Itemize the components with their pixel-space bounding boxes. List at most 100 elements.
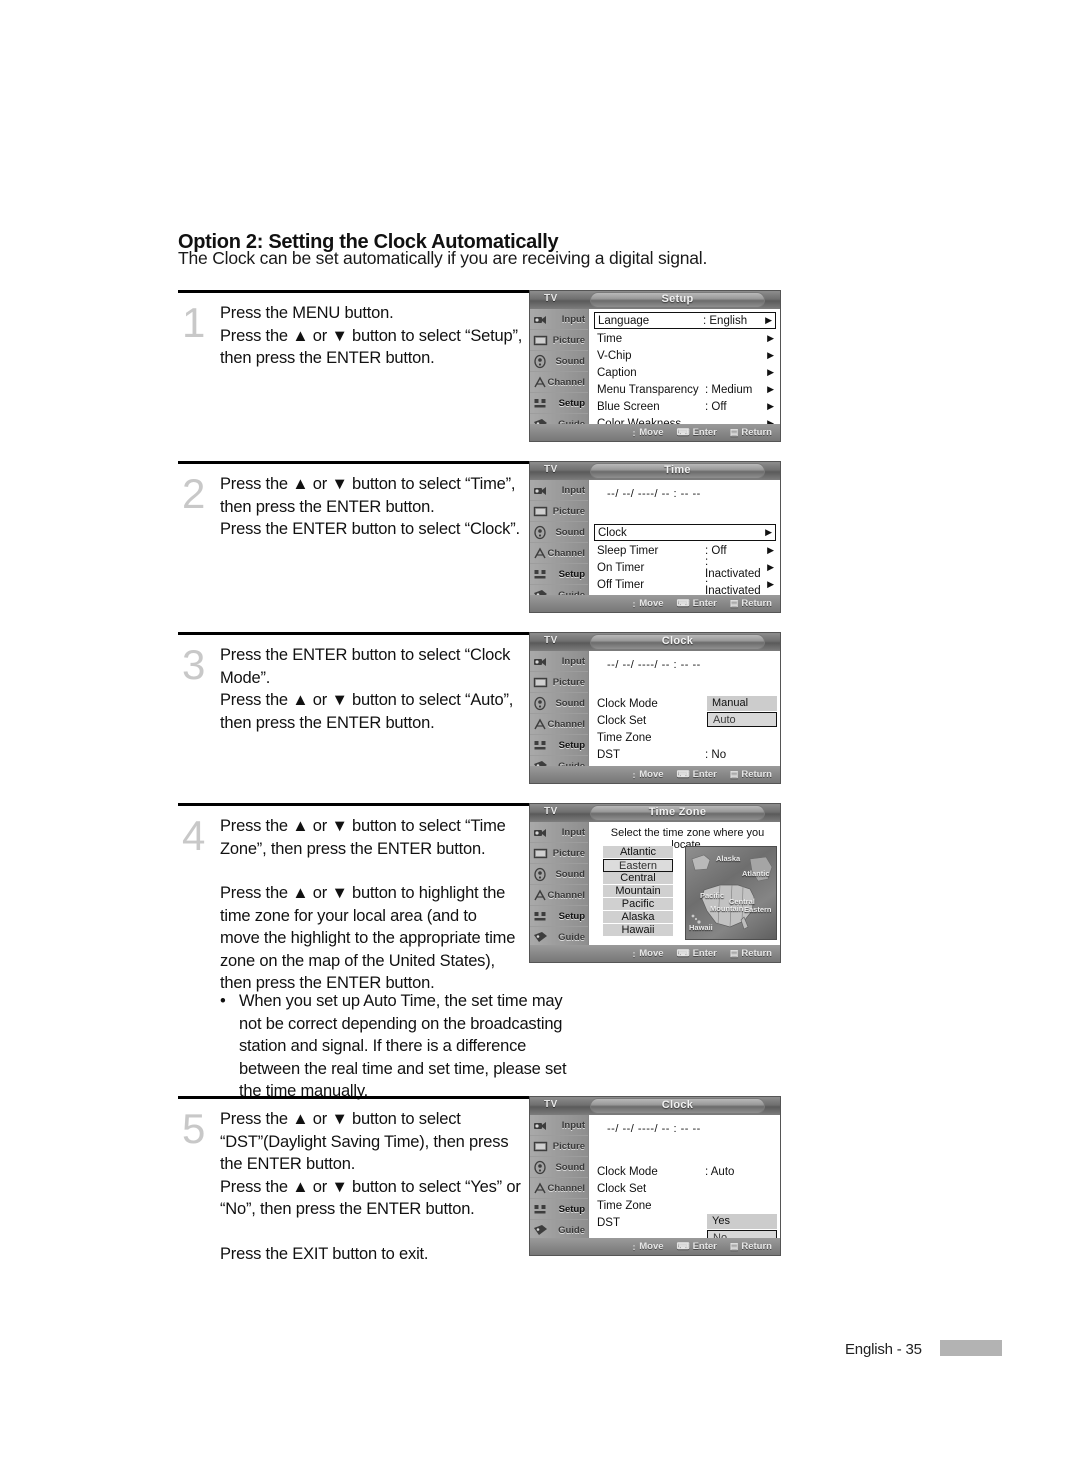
sidebar-item-sound[interactable]: Sound [530, 351, 588, 372]
sidebar-item-picture[interactable]: Picture [530, 1136, 588, 1157]
menu-row-blue-screen[interactable]: Blue Screen : Off ▶ [597, 398, 774, 415]
menu-row-caption[interactable]: Caption ▶ [597, 364, 774, 381]
timezone-option-pacific[interactable]: Pacific [603, 898, 673, 911]
sidebar-label: Setup [558, 910, 585, 922]
step-line: time zone for your local area (and to [220, 906, 477, 925]
timezone-option-atlantic[interactable]: Atlantic [603, 846, 673, 859]
sidebar-item-input[interactable]: Input [530, 309, 588, 330]
osd-clock-mode-menu: TV Clock Input Picture Sound Channel Set… [529, 632, 781, 784]
step-number: 5 [182, 1105, 206, 1152]
sidebar-item-input[interactable]: Input [530, 1115, 588, 1136]
step-line: then press the ENTER button. [220, 349, 435, 367]
step-line: Press the ▲ or ▼ button to select “Time [220, 817, 506, 835]
sidebar-item-picture[interactable]: Picture [530, 501, 588, 522]
step-line: Press the EXIT button to exit. [220, 1244, 429, 1263]
step-line: Zone”, then press the ENTER button. [220, 839, 486, 858]
footer-label: Enter [692, 1241, 717, 1252]
step-line: then press the ENTER button. [220, 713, 435, 732]
osd-sidebar: Input Picture Sound Channel Setup Guide [530, 480, 588, 606]
timezone-option-central[interactable]: Central [603, 872, 673, 885]
menu-label: Clock Mode [597, 1165, 658, 1178]
sidebar-item-setup[interactable]: Setup [530, 564, 588, 585]
sidebar-item-input[interactable]: Input [530, 480, 588, 501]
sidebar-item-setup[interactable]: Setup [530, 393, 588, 414]
menu-row-clock[interactable]: Clock ▶ [594, 524, 776, 541]
menu-row-vchip[interactable]: V-Chip ▶ [597, 347, 774, 364]
return-key-icon: ▤ [729, 769, 739, 779]
step-divider [178, 1096, 530, 1099]
footer-label: Return [741, 769, 772, 780]
screen-icon [533, 846, 548, 861]
osd-setup-menu: TV Setup Input Picture Sound Channel Set… [529, 290, 781, 442]
sidebar-label: Channel [547, 1182, 585, 1194]
speaker-icon [533, 867, 548, 882]
step-line: “No”, then press the ENTER button. [220, 1200, 475, 1218]
timezone-option-eastern[interactable]: Eastern [603, 859, 673, 872]
map-label-eastern: Eastern [744, 905, 772, 914]
sidebar-item-setup[interactable]: Setup [530, 1199, 588, 1220]
sidebar-item-channel[interactable]: Channel [530, 714, 588, 735]
chevron-right-icon: ▶ [767, 350, 774, 360]
page-subtitle: The Clock can be set automatically if yo… [178, 248, 708, 268]
osd-footer-bar: ↕ Move ⌨ Enter ▤ Return [530, 1238, 780, 1255]
sidebar-item-channel[interactable]: Channel [530, 372, 588, 393]
note-line: station and signal. If there is a differ… [239, 1037, 527, 1055]
chevron-right-icon: ▶ [765, 315, 772, 325]
menu-row-time-zone[interactable]: Time Zone [597, 1197, 774, 1214]
option-auto[interactable]: Auto [707, 712, 777, 727]
enter-key-icon: ⌨ [676, 769, 690, 779]
menu-value: : Auto [705, 1165, 735, 1178]
sidebar-label: Sound [555, 1161, 585, 1173]
footer-move: ↕ Move [632, 1241, 664, 1252]
menu-row-clock-set[interactable]: Clock Set [597, 1180, 774, 1197]
screen-icon [533, 333, 548, 348]
osd-title: Setup [661, 293, 694, 305]
footer-enter: ⌨ Enter [677, 598, 717, 609]
menu-row-off-timer[interactable]: Off Timer : Inactivated ▶ [597, 573, 774, 597]
sidebar-item-picture[interactable]: Picture [530, 843, 588, 864]
menu-row-dst[interactable]: DST : No [597, 746, 774, 763]
sidebar-item-sound[interactable]: Sound [530, 1157, 588, 1178]
sidebar-item-channel[interactable]: Channel [530, 1178, 588, 1199]
timezone-option-alaska[interactable]: Alaska [603, 911, 673, 924]
guide-icon [533, 1223, 548, 1238]
footer-label: Return [741, 427, 772, 438]
us-timezone-map[interactable]: Alaska Atlantic Pacific Central Mountain… [685, 846, 777, 940]
tools-icon [533, 909, 548, 924]
menu-row-time[interactable]: Time ▶ [597, 330, 774, 347]
updown-arrow-icon: ↕ [631, 598, 637, 609]
osd-sidebar: Input Picture Sound Channel Setup Guide [530, 1115, 588, 1241]
sidebar-item-channel[interactable]: Channel [530, 543, 588, 564]
footer-enter: ⌨ Enter [677, 948, 717, 959]
osd-title: Clock [661, 1099, 694, 1111]
sidebar-item-input[interactable]: Input [530, 651, 588, 672]
menu-label: Menu Transparency [597, 383, 699, 396]
sidebar-item-setup[interactable]: Setup [530, 906, 588, 927]
menu-row-menu-transparency[interactable]: Menu Transparency : Medium ▶ [597, 381, 774, 398]
menu-label: DST [597, 748, 620, 761]
option-yes[interactable]: Yes [707, 1214, 777, 1229]
sidebar-item-sound[interactable]: Sound [530, 522, 588, 543]
page-footer: English - 35 [845, 1341, 922, 1358]
sidebar-item-picture[interactable]: Picture [530, 672, 588, 693]
footer-return: ▤ Return [730, 427, 772, 438]
sidebar-item-channel[interactable]: Channel [530, 885, 588, 906]
osd-content: --/ --/ ----/ -- : -- -- Clock Mode : Au… [588, 1115, 780, 1245]
menu-row-time-zone[interactable]: Time Zone [597, 729, 774, 746]
menu-label: Clock [598, 526, 627, 539]
sidebar-item-input[interactable]: Input [530, 822, 588, 843]
sidebar-item-sound[interactable]: Sound [530, 864, 588, 885]
sidebar-label: Picture [552, 334, 585, 346]
sidebar-label: Sound [555, 526, 585, 538]
osd-sidebar: Input Picture Sound Channel Setup Guide [530, 309, 588, 435]
sidebar-item-sound[interactable]: Sound [530, 693, 588, 714]
timezone-option-mountain[interactable]: Mountain [603, 885, 673, 898]
menu-label: Clock Set [597, 1182, 647, 1195]
sidebar-item-picture[interactable]: Picture [530, 330, 588, 351]
menu-row-clock-mode[interactable]: Clock Mode : Auto [597, 1163, 774, 1180]
option-manual[interactable]: Manual [707, 696, 777, 711]
sidebar-item-setup[interactable]: Setup [530, 735, 588, 756]
menu-row-language[interactable]: Language : English ▶ [594, 312, 776, 329]
timezone-option-hawaii[interactable]: Hawaii [603, 924, 673, 937]
footer-label: Move [639, 598, 664, 609]
